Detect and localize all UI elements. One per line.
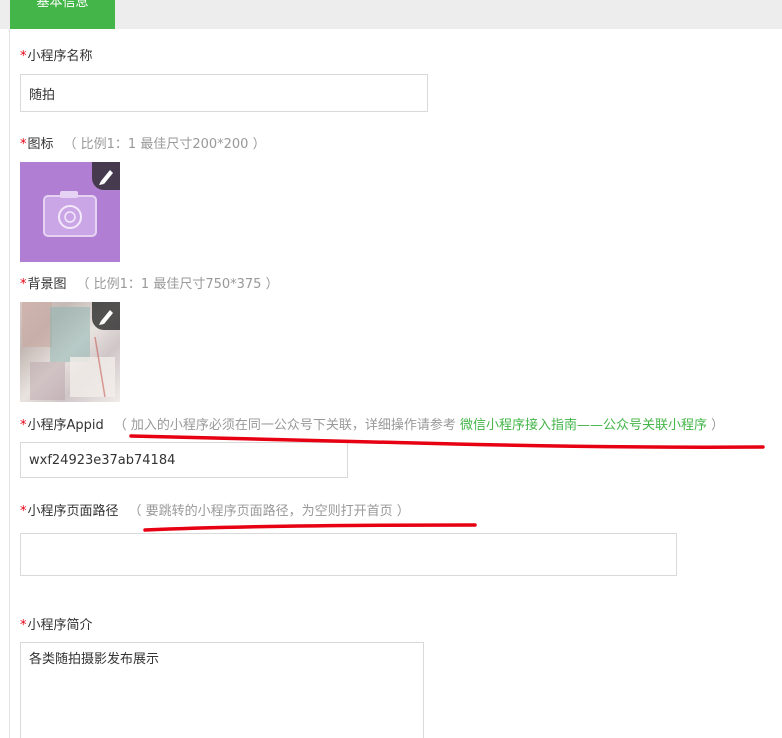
icon-edit-button[interactable]	[92, 162, 120, 190]
page-path-label: *小程序页面路径（ 要跳转的小程序页面路径，为空则打开首页 ）	[20, 504, 410, 519]
background-edit-button[interactable]	[92, 302, 120, 330]
integration-guide-link[interactable]: 微信小程序接入指南——公众号关联小程序	[460, 418, 707, 433]
icon-image[interactable]	[20, 162, 120, 262]
required-mark: *	[20, 49, 27, 64]
background-size-hint: （ 比例1：1 最佳尺寸750*375 ）	[76, 277, 279, 292]
page-path-input[interactable]	[20, 533, 677, 576]
intro-textarea[interactable]: 各类随拍摄影发布展示	[20, 642, 424, 738]
required-mark: *	[20, 137, 27, 152]
content-left-border	[9, 29, 10, 738]
background-label: *背景图（ 比例1：1 最佳尺寸750*375 ）	[20, 277, 279, 292]
required-mark: *	[20, 618, 27, 633]
name-input[interactable]	[20, 74, 428, 112]
required-mark: *	[20, 504, 27, 519]
icon-size-hint: （ 比例1：1 最佳尺寸200*200 ）	[63, 137, 266, 152]
background-image[interactable]	[20, 302, 120, 402]
tab-bar: 基本信息	[0, 0, 782, 29]
required-mark: *	[20, 277, 27, 292]
intro-label: *小程序简介	[20, 618, 93, 633]
pencil-edit-icon	[99, 170, 113, 185]
icon-label: *图标（ 比例1：1 最佳尺寸200*200 ）	[20, 137, 266, 152]
required-mark: *	[20, 418, 27, 433]
pencil-edit-icon	[99, 310, 113, 325]
tab-basic-info[interactable]: 基本信息	[10, 0, 115, 29]
appid-label: *小程序Appid （ 加入的小程序必须在同一公众号下关联，详细操作请参考 微信小…	[20, 418, 725, 433]
appid-input[interactable]	[20, 442, 348, 478]
page-path-hint: （ 要跳转的小程序页面路径，为空则打开首页 ）	[128, 504, 410, 519]
appid-hint: （ 加入的小程序必须在同一公众号下关联，详细操作请参考 微信小程序接入指南——公…	[113, 418, 725, 433]
name-label: *小程序名称	[20, 49, 93, 64]
